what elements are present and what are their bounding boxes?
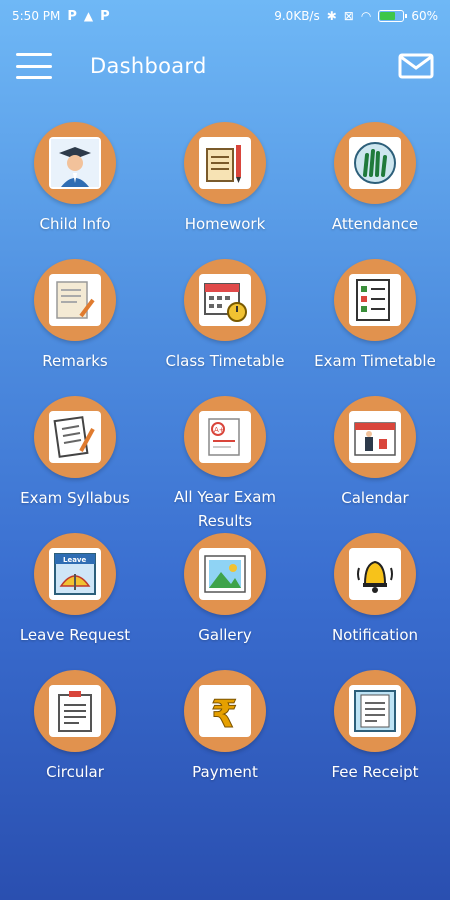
- dashboard-tile-child-info[interactable]: Child Info: [0, 122, 150, 259]
- gallery-icon: [199, 548, 251, 600]
- page-title: Dashboard: [90, 54, 207, 78]
- tile-circle: [334, 670, 416, 752]
- receipt-icon: [349, 685, 401, 737]
- tile-label: Exam Syllabus: [20, 489, 130, 507]
- tile-label: Remarks: [42, 352, 108, 370]
- app-bar: Dashboard: [0, 32, 450, 100]
- bluetooth-icon: ✱: [326, 9, 337, 23]
- svg-text:Leave: Leave: [63, 556, 86, 564]
- remarks-icon: [49, 274, 101, 326]
- tile-label: Child Info: [39, 215, 111, 233]
- svg-text:₹: ₹: [211, 692, 237, 735]
- dashboard-tile-leave-request[interactable]: Leave Leave Request: [0, 533, 150, 670]
- status-time: 5:50 PM: [12, 9, 61, 23]
- dashboard-grid: Child Info Homework Attendance Remarks Class…: [0, 100, 450, 807]
- dashboard-tile-exam-timetable[interactable]: Exam Timetable: [300, 259, 450, 396]
- tile-circle: [184, 122, 266, 204]
- dashboard-tile-remarks[interactable]: Remarks: [0, 259, 150, 396]
- tile-label: Calendar: [341, 489, 409, 507]
- exam-timetable-icon: [349, 274, 401, 326]
- dashboard-tile-gallery[interactable]: Gallery: [150, 533, 300, 670]
- tile-label: Leave Request: [19, 626, 131, 644]
- tile-circle: Leave: [34, 533, 116, 615]
- tile-label: Exam Timetable: [314, 352, 436, 370]
- parking-notification-icon: P: [67, 8, 77, 24]
- tile-label: All Year Exam Results: [173, 488, 277, 530]
- dashboard-tile-calendar[interactable]: Calendar: [300, 396, 450, 533]
- graduate-icon: [49, 137, 101, 189]
- tile-circle: [34, 259, 116, 341]
- tile-label: Circular: [46, 763, 104, 781]
- battery-percent: 60%: [411, 9, 438, 23]
- sim-icon: ⊠: [343, 9, 354, 23]
- bell-icon: [349, 548, 401, 600]
- rupee-icon: ₹: [199, 685, 251, 737]
- tile-circle: A+: [184, 396, 266, 477]
- calendar-icon: [349, 411, 401, 463]
- tile-label: Homework: [184, 215, 266, 233]
- mail-icon[interactable]: [398, 52, 434, 80]
- tile-circle: [184, 533, 266, 615]
- attendance-icon: [349, 137, 401, 189]
- tile-circle: [184, 259, 266, 341]
- dashboard-tile-fee-receipt[interactable]: Fee Receipt: [300, 670, 450, 807]
- status-bar: 5:50 PM P ▲ P 9.0KB/s ✱ ⊠ ◠ 60%: [0, 0, 450, 32]
- tile-circle: [334, 259, 416, 341]
- results-icon: A+: [199, 410, 251, 463]
- tile-label: Payment: [192, 763, 258, 781]
- tile-label: Gallery: [198, 626, 252, 644]
- tile-label: Attendance: [331, 215, 419, 233]
- dashboard-tile-attendance[interactable]: Attendance: [300, 122, 450, 259]
- dashboard-tile-payment[interactable]: ₹ Payment: [150, 670, 300, 807]
- class-timetable-icon: [199, 274, 251, 326]
- dashboard-tile-notification[interactable]: Notification: [300, 533, 450, 670]
- hamburger-menu-icon[interactable]: [16, 53, 52, 79]
- syllabus-icon: [49, 411, 101, 463]
- tile-circle: [34, 670, 116, 752]
- tile-circle: ₹: [184, 670, 266, 752]
- tile-label: Class Timetable: [165, 352, 285, 370]
- dashboard-tile-class-timetable[interactable]: Class Timetable: [150, 259, 300, 396]
- dashboard-tile-exam-syllabus[interactable]: Exam Syllabus: [0, 396, 150, 533]
- tile-circle: [334, 122, 416, 204]
- tile-label: Fee Receipt: [331, 763, 419, 781]
- battery-icon: [378, 10, 408, 22]
- dashboard-tile-homework[interactable]: Homework: [150, 122, 300, 259]
- warning-icon: ▲: [83, 9, 94, 23]
- leave-request-icon: Leave: [49, 548, 101, 600]
- tile-label: Notification: [331, 626, 419, 644]
- dashboard-tile-circular[interactable]: Circular: [0, 670, 150, 807]
- tile-circle: [34, 122, 116, 204]
- svg-text:A+: A+: [214, 426, 225, 434]
- wifi-icon: ◠: [360, 9, 372, 23]
- homework-icon: [199, 137, 251, 189]
- network-speed: 9.0KB/s: [274, 9, 320, 23]
- circular-icon: [49, 685, 101, 737]
- tile-circle: [334, 396, 416, 478]
- dashboard-tile-all-year-exam-results[interactable]: A+ All Year Exam Results: [150, 396, 300, 533]
- tile-circle: [34, 396, 116, 478]
- tile-circle: [334, 533, 416, 615]
- parking-notification-icon-2: P: [100, 8, 110, 24]
